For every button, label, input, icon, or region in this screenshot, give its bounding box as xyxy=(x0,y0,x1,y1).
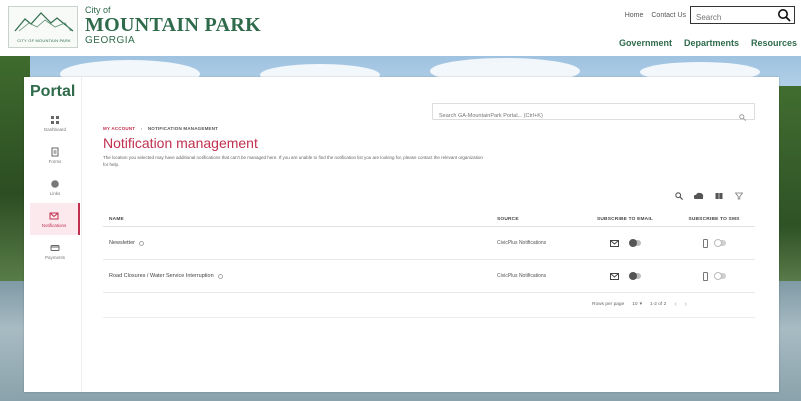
city-logo[interactable]: CITY OF MOUNTAIN PARK xyxy=(8,6,78,48)
notifications-table: NAME SOURCE SUBSCRIBE TO EMAIL SUBSCRIBE… xyxy=(103,213,755,293)
phone-icon xyxy=(702,271,708,281)
breadcrumb-separator: › xyxy=(140,126,143,131)
contact-link[interactable]: Contact Us xyxy=(651,12,686,19)
sms-toggle[interactable] xyxy=(713,239,726,247)
filter-icon[interactable] xyxy=(734,191,744,201)
site-header: CITY OF MOUNTAIN PARK City of MOUNTAIN P… xyxy=(0,0,801,56)
mail-icon xyxy=(49,212,59,219)
column-header-source[interactable]: SOURCE xyxy=(497,217,577,222)
portal-title: Portal xyxy=(30,83,76,100)
breadcrumb-my-account[interactable]: MY ACCOUNT xyxy=(103,126,135,131)
sidebar-item-notifications[interactable]: Notifications xyxy=(30,203,80,235)
nav-resources[interactable]: Resources xyxy=(751,38,797,48)
sidebar-item-dashboard[interactable]: Dashboard xyxy=(30,107,80,139)
table-row: Newsletter CivicPlus Notifications xyxy=(103,227,755,260)
main-nav: Government Departments Resources xyxy=(619,38,797,48)
form-icon xyxy=(51,147,59,156)
table-toolbar xyxy=(674,191,744,201)
grid-icon xyxy=(51,115,59,124)
table-pagination: Rows per page 10 ▾ 1-2 of 2 ‹ › xyxy=(592,301,687,308)
sidebar-label: Dashboard xyxy=(43,126,66,132)
home-link[interactable]: Home xyxy=(625,12,644,19)
city-state: GEORGIA xyxy=(85,35,136,46)
download-icon[interactable] xyxy=(694,191,704,201)
pagination-divider xyxy=(103,317,755,318)
sidebar-label: Payments xyxy=(44,254,65,260)
mountain-icon xyxy=(14,12,74,32)
search-icon[interactable] xyxy=(739,108,746,126)
notification-name: Road Closures / Water Service Interrupti… xyxy=(109,273,214,279)
sms-toggle[interactable] xyxy=(713,272,726,280)
table-row: Road Closures / Water Service Interrupti… xyxy=(103,260,755,293)
sidebar-item-links[interactable]: Links xyxy=(30,171,80,203)
sidebar-label: Links xyxy=(49,190,61,196)
nav-government[interactable]: Government xyxy=(619,38,672,48)
columns-icon[interactable] xyxy=(714,191,724,201)
email-toggle[interactable] xyxy=(628,239,641,247)
page-title: Notification management xyxy=(103,135,258,151)
rows-per-page-value: 10 xyxy=(632,302,638,307)
rows-per-page-select[interactable]: 10 ▾ xyxy=(632,302,642,307)
portal-panel: Portal Dashboard Forms Links Notificatio… xyxy=(24,77,779,392)
info-icon[interactable] xyxy=(138,240,144,246)
column-header-name[interactable]: NAME xyxy=(103,217,497,222)
email-icon xyxy=(609,272,619,280)
sidebar-divider xyxy=(81,77,82,392)
info-icon[interactable] xyxy=(217,273,223,279)
site-search-box[interactable] xyxy=(690,6,795,27)
sidebar-label: Forms xyxy=(48,158,62,164)
phone-icon xyxy=(702,238,708,248)
logo-text: CITY OF MOUNTAIN PARK xyxy=(17,38,71,43)
search-icon[interactable] xyxy=(674,191,684,201)
city-name[interactable]: MOUNTAIN PARK xyxy=(85,14,261,37)
notification-source: CivicPlus Notifications xyxy=(497,273,547,279)
previous-page-icon[interactable]: ‹ xyxy=(674,301,676,308)
sidebar-label: Notifications xyxy=(41,222,67,228)
notification-name: Newsletter xyxy=(109,240,135,246)
page-range: 1-2 of 2 xyxy=(650,302,667,307)
breadcrumb: MY ACCOUNT › NOTIFICATION MANAGEMENT xyxy=(103,126,218,131)
email-icon xyxy=(609,239,619,247)
next-page-icon[interactable]: › xyxy=(685,301,687,308)
page-description: The location you selected may have addit… xyxy=(103,155,483,167)
notification-source: CivicPlus Notifications xyxy=(497,240,547,246)
rows-per-page-label: Rows per page xyxy=(592,302,625,307)
utility-links: Home Contact Us xyxy=(625,12,686,19)
search-icon[interactable] xyxy=(777,8,791,27)
column-header-email: SUBSCRIBE TO EMAIL xyxy=(596,217,653,222)
card-icon xyxy=(50,244,60,251)
nav-departments[interactable]: Departments xyxy=(684,38,739,48)
sidebar-item-payments[interactable]: Payments xyxy=(30,235,80,267)
sidebar-item-forms[interactable]: Forms xyxy=(30,139,80,171)
email-toggle[interactable] xyxy=(628,272,641,280)
site-search-input[interactable] xyxy=(691,10,773,25)
portal-search-input[interactable] xyxy=(433,108,723,124)
chevron-down-icon: ▾ xyxy=(639,302,643,307)
breadcrumb-current: NOTIFICATION MANAGEMENT xyxy=(147,126,219,131)
column-header-sms: SUBSCRIBE TO SMS xyxy=(688,217,740,222)
portal-search[interactable] xyxy=(432,103,755,124)
globe-icon xyxy=(51,179,59,188)
table-header-row: NAME SOURCE SUBSCRIBE TO EMAIL SUBSCRIBE… xyxy=(103,213,755,227)
portal-sidebar: Dashboard Forms Links Notifications Paym… xyxy=(30,107,80,267)
